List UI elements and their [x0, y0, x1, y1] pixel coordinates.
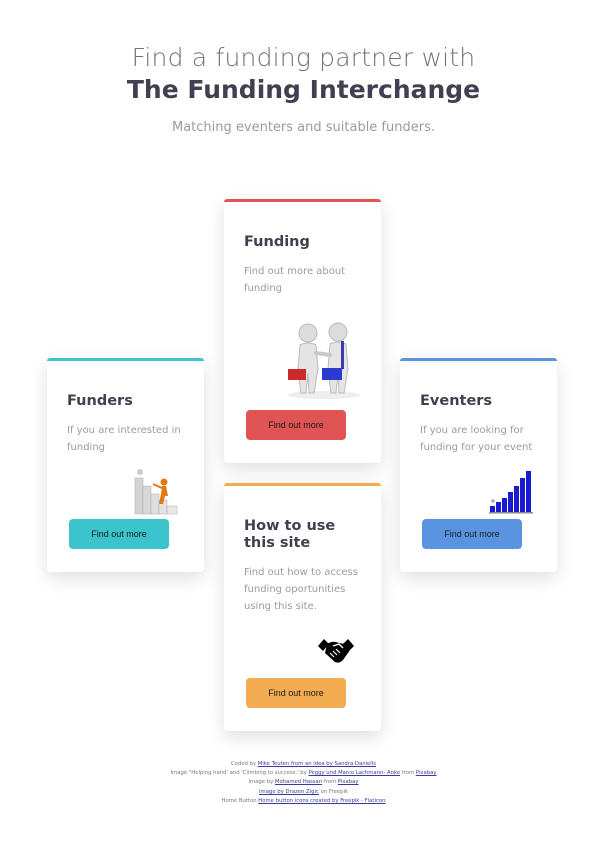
card-accent-bar	[47, 358, 204, 361]
footer-credits: Coded by Mike Teuten from an idea by San…	[0, 760, 607, 806]
credit-link[interactable]: Home button icons created by Freepik - F…	[258, 798, 385, 804]
rising-bars-icon	[489, 471, 533, 514]
hero-title-line2: The Funding Interchange	[126, 75, 481, 104]
card-funders: Funders If you are interested in funding…	[47, 358, 204, 572]
card-text: Find out how to access funding oportunit…	[244, 567, 358, 612]
card-text: If you are looking for funding for your …	[420, 425, 533, 453]
card-accent-bar	[224, 483, 381, 486]
credit-line: Image "Helping hand' and 'Climbing to su…	[0, 769, 607, 778]
climbing-figure-icon	[134, 469, 178, 515]
credit-line: Image by Drazen Zigic on Freepik	[0, 788, 607, 797]
hero: Find a funding partner with The Funding …	[0, 42, 607, 106]
credit-link[interactable]: Pixabay	[338, 779, 359, 785]
credit-text: from	[322, 779, 338, 786]
hero-title-line1: Find a funding partner with	[131, 43, 476, 72]
handshake-icon	[318, 639, 354, 663]
credit-link[interactable]: Image by Drazen Zigic	[259, 789, 319, 795]
hero-subtitle: Matching eventers and suitable funders.	[171, 120, 435, 135]
card-title: How to use this site	[244, 518, 336, 551]
card-accent-bar	[400, 358, 557, 361]
credit-text: from	[400, 770, 416, 777]
card-eventers: Eventers If you are looking for funding …	[400, 358, 557, 572]
card-accent-bar	[224, 199, 381, 202]
credit-link[interactable]: Peggy und Marco Lachmann- Anke	[309, 770, 401, 776]
card-text: If you are interested in funding	[67, 425, 181, 453]
card-text: Find out more about funding	[244, 266, 346, 294]
credit-text: Image "Helping hand' and 'Climbing to su…	[170, 770, 309, 777]
credit-link[interactable]: Mike Teuten from an idea by Sandra Danie…	[258, 761, 376, 767]
card-title: Eventers	[420, 393, 493, 409]
funding-find-out-more-button[interactable]: Find out more	[246, 410, 346, 440]
credit-text: on Freepik	[318, 788, 348, 795]
how-to-find-out-more-button[interactable]: Find out more	[246, 678, 346, 708]
card-title: Funding	[244, 234, 310, 250]
card-funding: Funding Find out more about funding Find…	[224, 199, 381, 463]
eventers-find-out-more-button[interactable]: Find out more	[422, 519, 522, 549]
credit-line: Home Button Home button icons created by…	[0, 797, 607, 806]
card-title: Funders	[67, 393, 133, 409]
funders-find-out-more-button[interactable]: Find out more	[69, 519, 169, 549]
credit-text: Home Button	[221, 797, 259, 804]
handshake-figures-icon	[288, 322, 360, 399]
credit-line: Image by Mohamed Hassan from Pixabay	[0, 778, 607, 787]
credit-text: Image by	[248, 779, 275, 786]
credit-link[interactable]: Mohamed Hassan	[275, 779, 322, 785]
credit-line: Coded by Mike Teuten from an idea by San…	[0, 760, 607, 769]
card-how-to-use: How to use this site Find out how to acc…	[224, 483, 381, 731]
credit-text: Coded by	[230, 761, 258, 767]
credit-link[interactable]: Pixabay	[416, 770, 437, 776]
